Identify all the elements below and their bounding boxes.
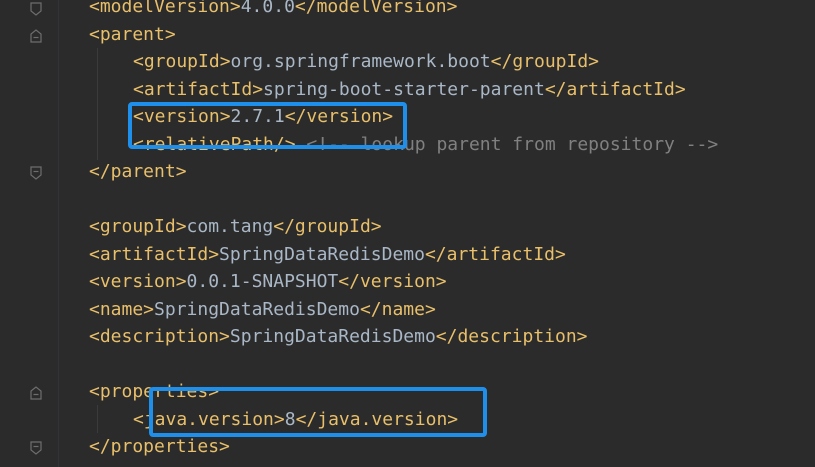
code-line[interactable]: </parent> xyxy=(89,158,187,185)
code-line[interactable]: </properties> xyxy=(89,433,230,460)
code-editor[interactable]: <modelVersion>4.0.0</modelVersion> <pare… xyxy=(0,0,815,467)
fold-start-icon[interactable] xyxy=(30,386,42,400)
xml-open-tag: <parent> xyxy=(89,24,176,45)
xml-open-tag: <groupId> xyxy=(89,216,187,237)
version-highlight-box xyxy=(128,102,407,149)
xml-open-tag: </parent> xyxy=(89,161,187,182)
xml-close-tag: </groupId> xyxy=(490,51,600,72)
code-line[interactable]: <artifactId>spring-boot-starter-parent</… xyxy=(133,76,686,103)
fold-end-icon[interactable] xyxy=(30,2,42,16)
xml-open-tag: <modelVersion> xyxy=(89,0,241,17)
gutter-separator xyxy=(58,0,59,467)
code-line[interactable]: <artifactId>SpringDataRedisDemo</artifac… xyxy=(89,241,566,268)
fold-end-icon[interactable] xyxy=(30,166,42,180)
indent-guide xyxy=(97,405,98,433)
xml-text: spring-boot-starter-parent xyxy=(263,79,545,100)
xml-text: SpringDataRedisDemo xyxy=(154,299,360,320)
xml-open-tag: <artifactId> xyxy=(89,244,220,265)
xml-close-tag: </version> xyxy=(338,271,447,292)
code-line[interactable]: <parent> xyxy=(89,21,176,48)
code-line[interactable]: <description>SpringDataRedisDemo</descri… xyxy=(89,323,588,350)
xml-open-tag: <name> xyxy=(89,299,155,320)
xml-text: SpringDataRedisDemo xyxy=(229,326,436,347)
xml-close-tag: </modelVersion> xyxy=(294,0,458,17)
xml-open-tag: <groupId> xyxy=(133,51,231,72)
xml-text: SpringDataRedisDemo xyxy=(219,244,425,265)
xml-text: 4.0.0 xyxy=(240,0,295,17)
xml-open-tag: <artifactId> xyxy=(133,79,264,100)
xml-close-tag: </artifactId> xyxy=(544,79,686,100)
java-version-highlight-box xyxy=(149,387,487,437)
xml-close-tag: </name> xyxy=(359,299,436,320)
editor-gutter xyxy=(0,0,58,467)
xml-text: com.tang xyxy=(186,216,274,237)
fold-end-icon[interactable] xyxy=(30,441,42,455)
xml-open-tag: <description> xyxy=(89,326,230,347)
fold-start-icon[interactable] xyxy=(30,29,42,43)
xml-open-tag: <version> xyxy=(89,271,187,292)
indent-guide xyxy=(97,48,98,160)
xml-text: 0.0.1-SNAPSHOT xyxy=(186,271,339,292)
xml-close-tag: </artifactId> xyxy=(424,244,566,265)
xml-text: org.springframework.boot xyxy=(230,51,491,72)
code-line[interactable]: <version>0.0.1-SNAPSHOT</version> xyxy=(89,268,447,295)
code-line[interactable]: <groupId>com.tang</groupId> xyxy=(89,213,382,240)
xml-close-tag: </description> xyxy=(435,326,588,347)
code-line[interactable]: <groupId>org.springframework.boot</group… xyxy=(133,48,599,75)
xml-close-tag: </groupId> xyxy=(273,216,382,237)
code-line[interactable]: <name>SpringDataRedisDemo</name> xyxy=(89,296,436,323)
code-line[interactable]: <modelVersion>4.0.0</modelVersion> xyxy=(89,0,457,20)
xml-open-tag: </properties> xyxy=(89,436,230,457)
